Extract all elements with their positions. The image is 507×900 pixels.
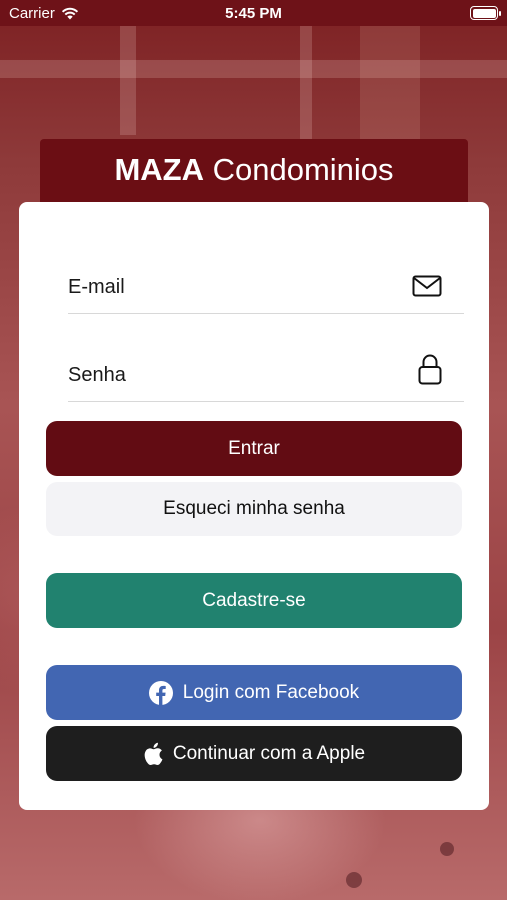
login-button-label: Entrar	[228, 437, 280, 459]
password-field[interactable]: Senha	[68, 342, 464, 402]
forgot-password-label: Esqueci minha senha	[163, 498, 345, 519]
login-card: E-mail Senha Entrar Esqueci minha senha …	[19, 202, 489, 810]
signup-button[interactable]: Cadastre-se	[46, 573, 462, 628]
app-title-bold: MAZA	[114, 152, 204, 187]
signup-button-label: Cadastre-se	[202, 589, 306, 611]
login-button[interactable]: Entrar	[46, 421, 462, 476]
background-shape	[346, 872, 362, 888]
battery-icon	[470, 6, 501, 20]
background-shape	[360, 25, 420, 140]
facebook-login-button[interactable]: Login com Facebook	[46, 665, 462, 720]
background-shape	[440, 842, 454, 856]
facebook-login-label: Login com Facebook	[182, 681, 360, 703]
email-field-label: E-mail	[68, 276, 125, 298]
lock-icon	[418, 354, 442, 385]
email-field[interactable]: E-mail	[68, 254, 464, 314]
apple-icon	[144, 742, 163, 765]
facebook-icon	[148, 680, 173, 705]
background-shape	[300, 25, 312, 145]
status-bar: Carrier 5:45 PM	[0, 0, 507, 26]
background-shape	[120, 25, 136, 135]
app-title: MAZA Condominios	[40, 139, 468, 203]
clock: 5:45 PM	[225, 5, 282, 22]
apple-login-button[interactable]: Continuar com a Apple	[46, 726, 462, 781]
apple-login-label: Continuar com a Apple	[172, 742, 366, 764]
background-shape	[0, 60, 507, 78]
envelope-icon	[412, 275, 442, 297]
password-field-label: Senha	[68, 364, 126, 386]
forgot-password-button[interactable]: Esqueci minha senha	[46, 482, 462, 536]
app-title-rest: Condominios	[212, 152, 394, 187]
